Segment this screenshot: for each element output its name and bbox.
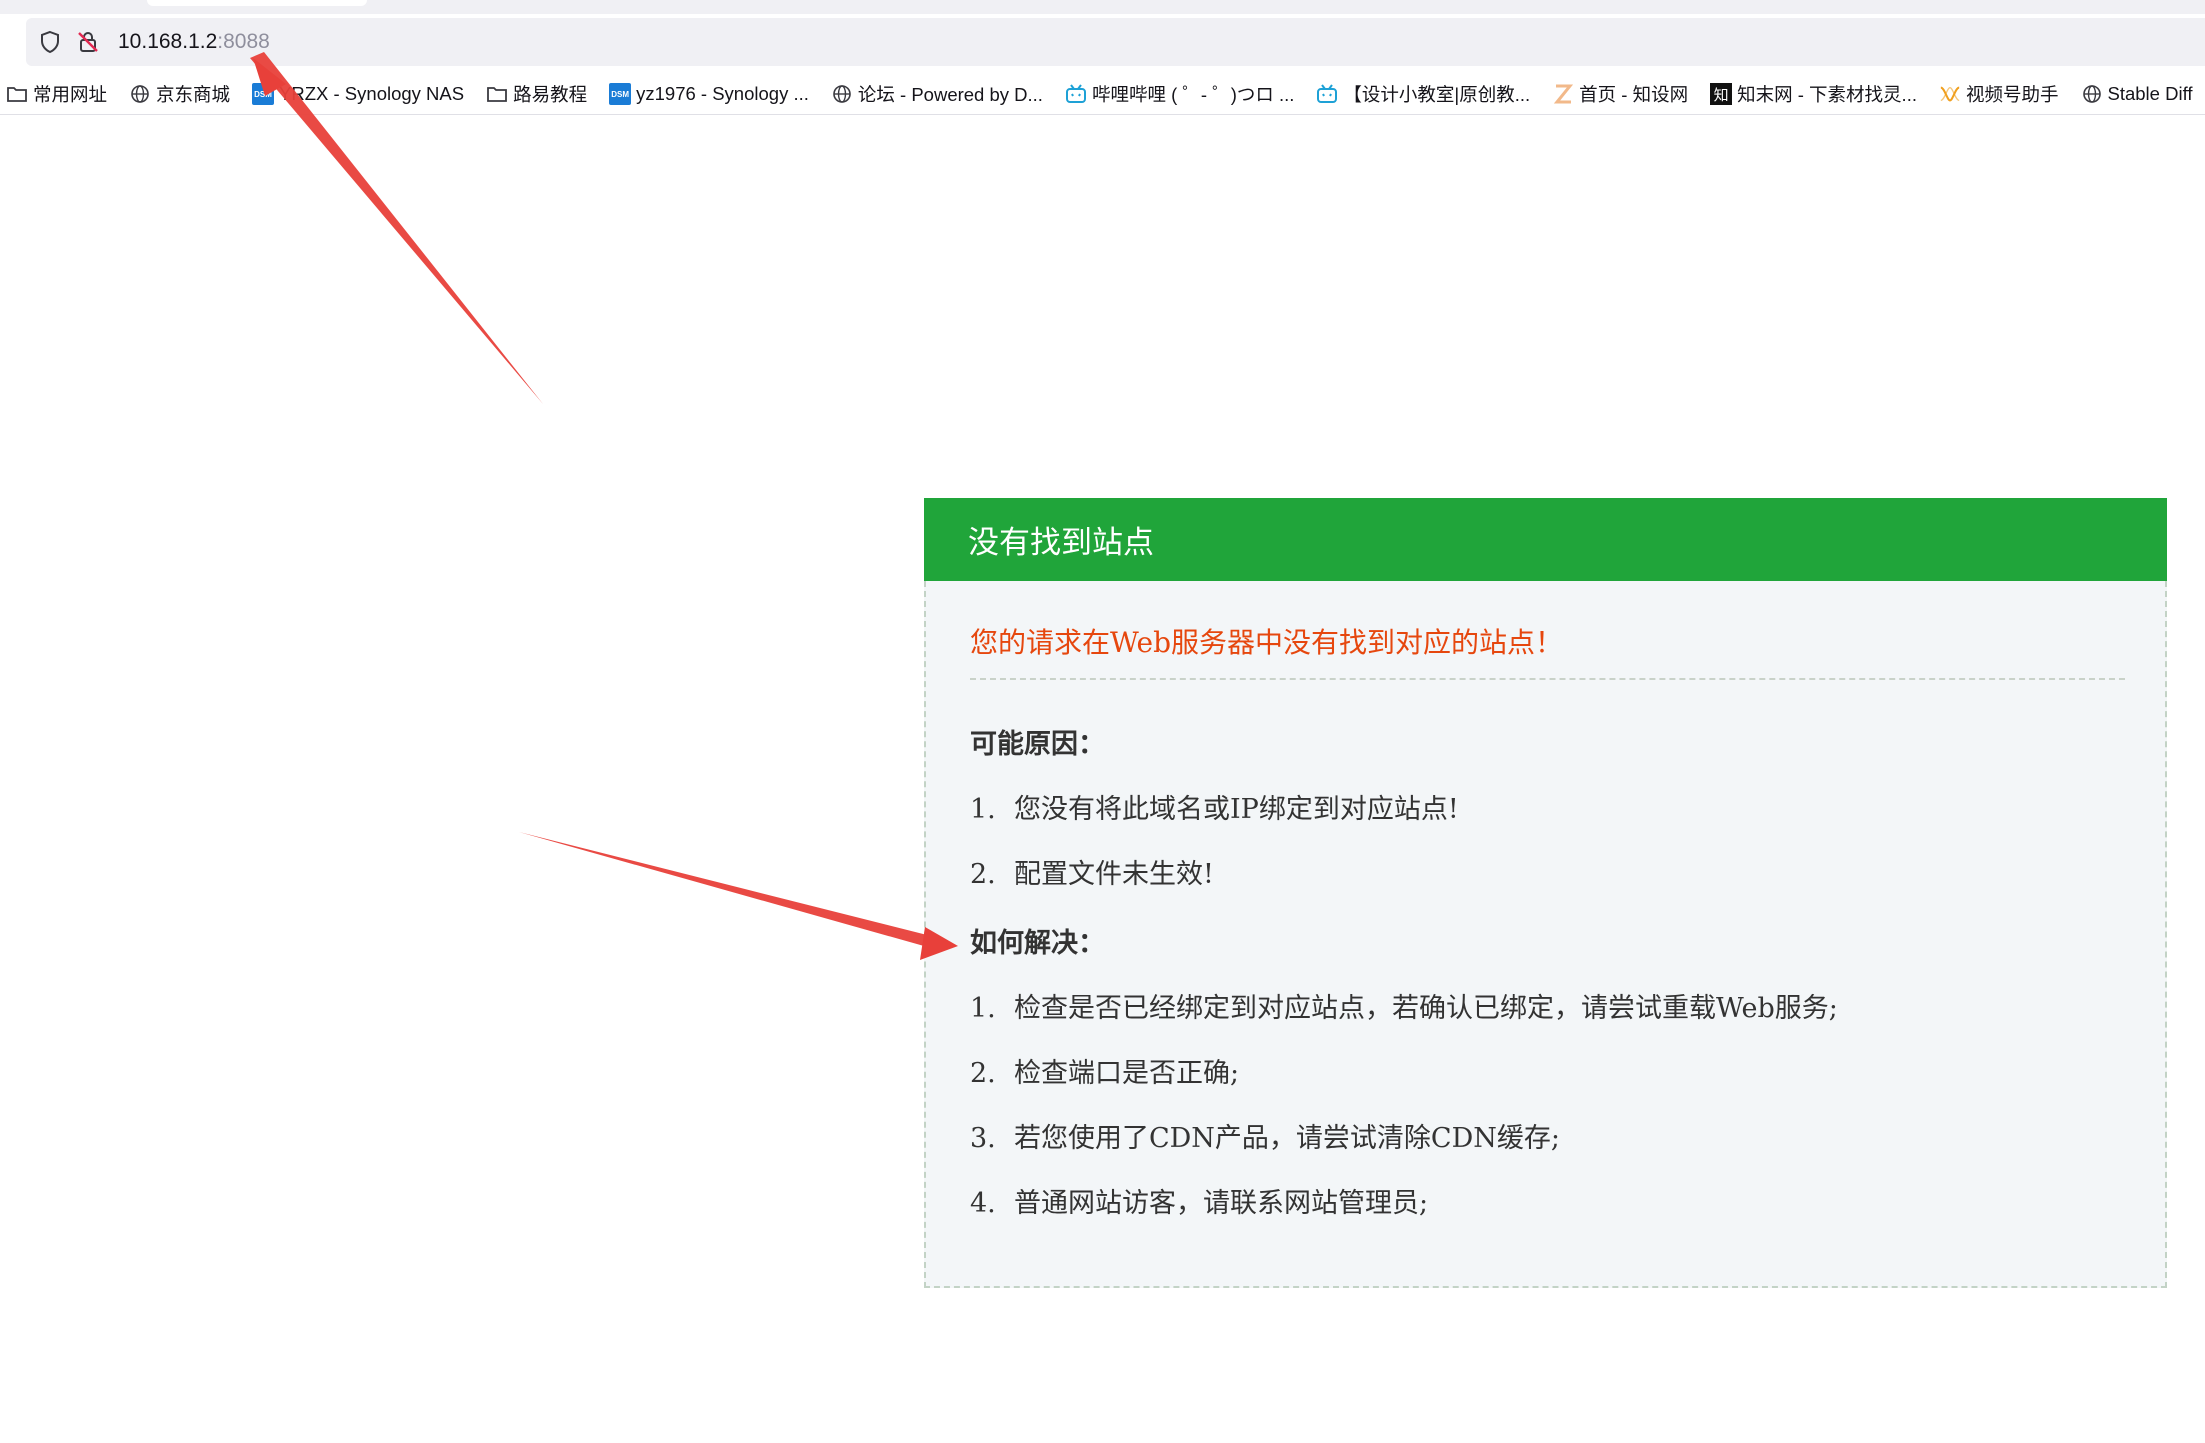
bilibili-icon bbox=[1065, 83, 1087, 105]
item-number: 3. bbox=[970, 1123, 996, 1154]
bookmark-item[interactable]: 知 知末网 - 下素材找灵... bbox=[1710, 81, 1917, 107]
insecure-lock-icon[interactable] bbox=[74, 28, 102, 56]
reasons-title: 可能原因： bbox=[970, 729, 1105, 760]
item-number: 2. bbox=[970, 1058, 996, 1089]
bookmark-item[interactable]: DSM YRZX - Synology NAS bbox=[252, 83, 464, 105]
bookmarks-toolbar: 常用网址 京东商城 DSM YRZX - Synology NAS 路易教程 D… bbox=[0, 74, 2205, 115]
reason-item: 1. 您没有将此域名或IP绑定到对应站点! bbox=[970, 787, 2125, 826]
globe-icon bbox=[2081, 83, 2103, 105]
solution-item: 3. 若您使用了CDN产品，请尝试清除CDN缓存; bbox=[970, 1116, 2125, 1155]
card-header: 没有找到站点 bbox=[924, 498, 2167, 581]
bookmark-label: 哔哩哔哩 ( ゜- ゜)つロ ... bbox=[1091, 84, 1295, 105]
item-number: 2. bbox=[970, 859, 996, 890]
solutions-title: 如何解决： bbox=[970, 928, 1105, 959]
bookmark-label: 视频号助手 bbox=[1965, 84, 2059, 105]
zhimo-icon-text: 知 bbox=[1710, 83, 1733, 105]
zhishe-icon bbox=[1552, 83, 1574, 105]
channels-icon bbox=[1939, 83, 1961, 105]
item-text: 检查是否已经绑定到对应站点，若确认已绑定，请尝试重载Web服务; bbox=[1014, 993, 1838, 1024]
item-text: 检查端口是否正确; bbox=[1014, 1058, 1240, 1089]
item-text: 配置文件未生效! bbox=[1014, 859, 1214, 890]
tab-strip bbox=[0, 0, 2205, 14]
bookmark-label: 首页 - 知设网 bbox=[1579, 84, 1689, 105]
card-body: 您的请求在Web服务器中没有找到对应的站点！ 可能原因： 1. 您没有将此域名或I… bbox=[924, 581, 2167, 1288]
item-number: 1. bbox=[970, 794, 996, 825]
bookmark-item[interactable]: 论坛 - Powered by D... bbox=[831, 81, 1043, 107]
error-headline: 您的请求在Web服务器中没有找到对应的站点！ bbox=[970, 626, 1563, 659]
folder-icon bbox=[6, 83, 28, 105]
bookmark-item[interactable]: 【设计小教室|原创教... bbox=[1316, 81, 1530, 107]
bookmark-label: 知末网 - 下素材找灵... bbox=[1737, 84, 1917, 105]
item-text: 普通网站访客，请联系网站管理员; bbox=[1014, 1188, 1429, 1219]
active-tab[interactable] bbox=[147, 0, 367, 6]
dsm-icon: DSM bbox=[609, 83, 632, 105]
bookmark-label: 路易教程 bbox=[513, 84, 588, 105]
url-port: :8088 bbox=[217, 30, 270, 53]
divider bbox=[970, 678, 2125, 680]
bookmark-item[interactable]: 路易教程 bbox=[486, 81, 587, 107]
dsm-icon: DSM bbox=[252, 83, 275, 105]
bookmark-label: 京东商城 bbox=[156, 84, 231, 105]
bookmark-item[interactable]: 常用网址 bbox=[6, 81, 107, 107]
item-number: 1. bbox=[970, 993, 996, 1024]
url-text[interactable]: 10.168.1.2:8088 bbox=[118, 30, 270, 54]
bookmark-label: YRZX - Synology NAS bbox=[279, 83, 465, 104]
reason-item: 2. 配置文件未生效! bbox=[970, 852, 2125, 891]
arrow-to-solutions bbox=[519, 832, 958, 960]
globe-icon bbox=[831, 83, 853, 105]
address-bar[interactable]: 10.168.1.2:8088 bbox=[26, 18, 2205, 66]
item-text: 若您使用了CDN产品，请尝试清除CDN缓存; bbox=[1014, 1123, 1560, 1154]
bookmark-label: yz1976 - Synology ... bbox=[636, 83, 809, 104]
folder-icon bbox=[486, 83, 508, 105]
shield-icon[interactable] bbox=[36, 28, 64, 56]
dsm-icon-text: DSM bbox=[252, 83, 275, 105]
bookmark-item[interactable]: 首页 - 知设网 bbox=[1552, 81, 1688, 107]
bookmark-item[interactable]: Stable Diff bbox=[2081, 83, 2193, 105]
solution-item: 4. 普通网站访客，请联系网站管理员; bbox=[970, 1181, 2125, 1220]
globe-icon bbox=[129, 83, 151, 105]
solution-item: 1. 检查是否已经绑定到对应站点，若确认已绑定，请尝试重载Web服务; bbox=[970, 986, 2125, 1025]
item-number: 4. bbox=[970, 1188, 996, 1219]
bookmark-label: 常用网址 bbox=[33, 84, 108, 105]
zhimo-icon: 知 bbox=[1710, 83, 1733, 105]
bookmark-label: 论坛 - Powered by D... bbox=[857, 84, 1043, 105]
bookmark-item[interactable]: DSM yz1976 - Synology ... bbox=[609, 83, 809, 105]
bookmark-item[interactable]: 哔哩哔哩 ( ゜- ゜)つロ ... bbox=[1065, 81, 1294, 107]
bookmark-label: Stable Diff bbox=[2107, 83, 2193, 104]
item-text: 您没有将此域名或IP绑定到对应站点! bbox=[1014, 794, 1459, 825]
bookmark-item[interactable]: 视频号助手 bbox=[1939, 81, 2059, 107]
bookmark-item[interactable]: 京东商城 bbox=[129, 81, 230, 107]
url-host: 10.168.1.2 bbox=[118, 30, 218, 53]
bilibili-icon bbox=[1316, 83, 1338, 105]
page-title: 没有找到站点 bbox=[968, 525, 1154, 561]
error-card: 没有找到站点 您的请求在Web服务器中没有找到对应的站点！ 可能原因： 1. 您没… bbox=[924, 498, 2167, 1288]
solution-item: 2. 检查端口是否正确; bbox=[970, 1051, 2125, 1090]
dsm-icon-text: DSM bbox=[609, 83, 632, 105]
bookmark-label: 【设计小教室|原创教... bbox=[1343, 84, 1531, 105]
